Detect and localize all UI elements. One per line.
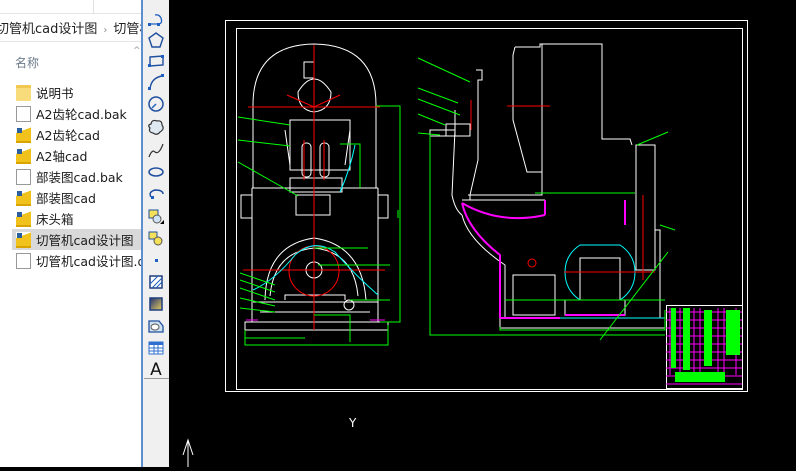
dwg-file-icon [16, 189, 31, 206]
file-name: A2齿轮cad [36, 128, 100, 143]
ellipse-arc-icon[interactable] [145, 183, 167, 205]
list-item[interactable]: 部装图cad.bak [0, 166, 141, 187]
side-view [429, 43, 666, 329]
file-icon [16, 168, 31, 185]
file-name: 切管机cad设计图.dwl [36, 254, 141, 269]
dwg-file-icon [16, 210, 31, 227]
draw-toolbar: A [141, 0, 170, 467]
dwg-file-icon [16, 231, 31, 248]
breadcrumb-item[interactable]: 切管机 [113, 22, 141, 37]
file-list: 说明书 A2齿轮cad.bak A2齿轮cad A2轴cad 部装图cad.ba… [0, 82, 141, 271]
polyline-icon[interactable] [145, 8, 167, 30]
list-item[interactable]: A2轴cad [0, 145, 141, 166]
list-item[interactable]: A2齿轮cad.bak [0, 103, 141, 124]
file-name: A2轴cad [36, 149, 88, 164]
ucs-y-label: Y [349, 416, 357, 430]
ellipse-icon[interactable] [145, 161, 167, 183]
make-block-icon[interactable] [145, 227, 167, 249]
circle-icon[interactable] [145, 93, 167, 115]
spline-icon[interactable] [145, 139, 167, 161]
insert-block-icon[interactable] [145, 205, 167, 227]
toolbar-divider [144, 378, 170, 379]
column-header-name[interactable]: 名称 [15, 54, 39, 71]
file-explorer-panel: 切管机cad设计图 › 切管机 ^ 名称 说明书 A2齿轮cad.bak A2齿轮c… [0, 0, 141, 467]
sort-caret-icon[interactable]: ^ [133, 46, 141, 56]
folder-icon [16, 84, 31, 101]
point-icon[interactable] [145, 249, 167, 271]
list-item[interactable]: 切管机cad设计图.dwl [0, 250, 141, 271]
motor-outline [500, 244, 665, 319]
list-item[interactable]: 床头箱 [0, 208, 141, 229]
chevron-right-icon: › [103, 25, 108, 36]
file-name: A2齿轮cad.bak [36, 107, 127, 122]
hidden-lines-front [252, 144, 379, 296]
explorer-toolbar-strip [0, 0, 141, 14]
file-icon [16, 252, 31, 269]
table-icon[interactable] [145, 337, 167, 359]
polygon-icon[interactable] [145, 29, 167, 51]
hatch-icon[interactable] [145, 271, 167, 293]
file-name: 部装图cad.bak [36, 170, 123, 185]
dwg-file-icon [16, 126, 31, 143]
revcloud-icon[interactable] [145, 116, 167, 138]
list-item[interactable]: 部装图cad [0, 187, 141, 208]
breadcrumb-item[interactable]: 切管机cad设计图 [0, 22, 97, 37]
arc-icon[interactable] [145, 71, 167, 93]
title-block-text [671, 308, 740, 382]
list-item[interactable]: A2齿轮cad [0, 124, 141, 145]
file-name: 部装图cad [36, 191, 96, 206]
file-icon [16, 105, 31, 122]
gradient-icon[interactable] [145, 293, 167, 315]
drawing-canvas[interactable]: Y [169, 0, 796, 467]
cad-drawing [182, 20, 748, 467]
ucs-icon [182, 438, 194, 467]
list-item-selected[interactable]: 切管机cad设计图 [12, 229, 141, 250]
file-name: 切管机cad设计图 [36, 233, 134, 248]
file-name: 床头箱 [36, 212, 74, 227]
region-icon[interactable] [145, 315, 167, 337]
dwg-file-icon [16, 147, 31, 164]
file-name: 说明书 [36, 86, 74, 101]
breadcrumb[interactable]: 切管机cad设计图 › 切管机 [0, 18, 141, 42]
rectangle-icon[interactable] [145, 50, 167, 72]
list-item[interactable]: 说明书 [0, 82, 141, 103]
